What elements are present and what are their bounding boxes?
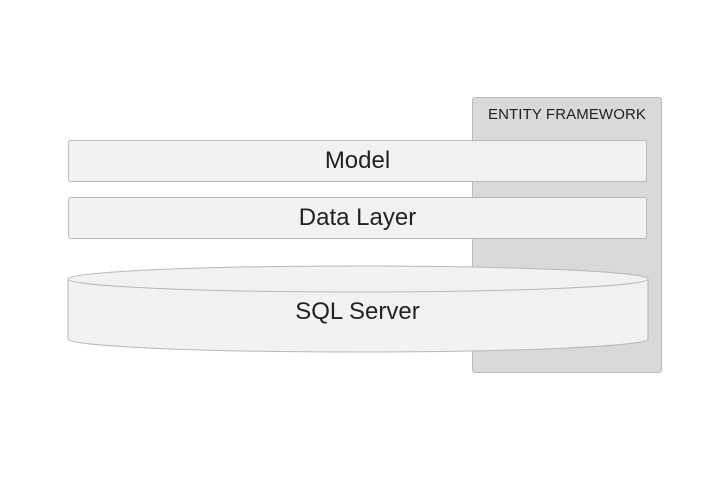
sql-server-label: SQL Server [295, 298, 420, 325]
cylinder-top [67, 265, 649, 293]
sql-server-cylinder [67, 265, 649, 353]
architecture-diagram: ENTITY FRAMEWORK Model Data Layer SQL Se… [0, 0, 715, 502]
